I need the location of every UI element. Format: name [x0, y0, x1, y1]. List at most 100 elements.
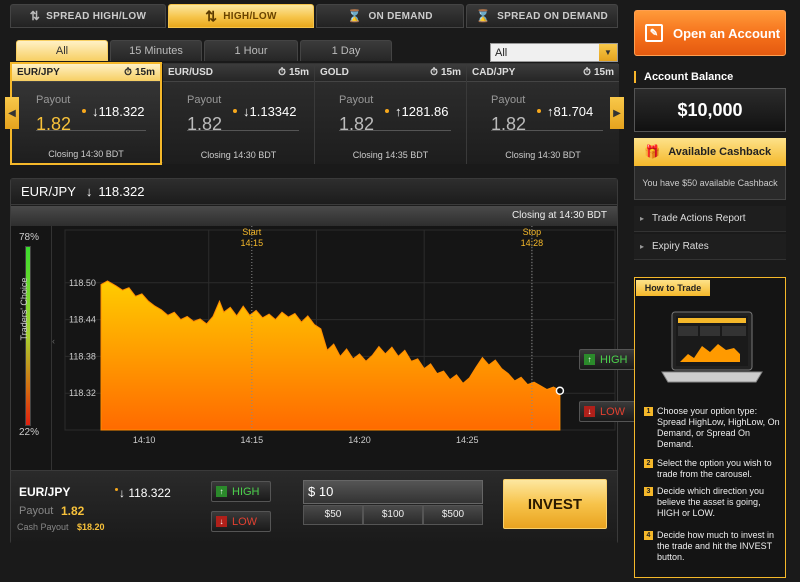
trade-actions-report-link[interactable]: ▸ Trade Actions Report: [634, 206, 786, 232]
asset-select-value: All: [495, 46, 508, 59]
step-text: Select the option you wish to trade from…: [657, 458, 772, 479]
link-label: Expiry Rates: [652, 241, 709, 252]
card-dot: [537, 109, 541, 113]
card-symbol: EUR/USD: [168, 67, 214, 78]
tab-spread-on-demand[interactable]: ⌛ SPREAD ON DEMAND: [466, 4, 618, 28]
gift-icon: 🎁: [644, 144, 661, 159]
filter-tab-15-minutes[interactable]: 15 Minutes: [110, 40, 202, 61]
card-timer-value: 15m: [134, 67, 155, 78]
card-price-value: 81.704: [553, 104, 594, 119]
step-number: 2: [644, 459, 653, 468]
trade-high-button[interactable]: ↑ HIGH: [211, 481, 271, 502]
preset-50-button[interactable]: $50: [303, 505, 363, 525]
card-divider: [187, 130, 299, 131]
tab-on-demand[interactable]: ⌛ ON DEMAND: [316, 4, 464, 28]
card-payout-label: Payout: [339, 94, 374, 106]
card-symbol: GOLD: [320, 67, 349, 78]
tab-label: SPREAD ON DEMAND: [497, 10, 609, 22]
up-arrow-icon: ↑: [584, 354, 595, 365]
carousel-card[interactable]: CAD/JPY ⏱ 15m Payout 1.82 ↑81.704 Closing…: [467, 64, 619, 164]
balance-label: Account Balance: [634, 71, 733, 83]
stop-time: 14:28: [521, 238, 544, 248]
account-balance: $10,000: [634, 88, 786, 132]
card-closing: Closing 14:35 BDT: [352, 150, 429, 160]
card-timer-value: 15m: [593, 67, 614, 78]
chart-symbol: EUR/JPY: [21, 184, 76, 199]
preset-500-button[interactable]: $500: [423, 505, 483, 525]
carousel-card[interactable]: GOLD ⏱ 15m Payout 1.82 ↑1281.86 Closing 1…: [315, 64, 467, 164]
x-axis-labels: 14:10 14:15 14:20 14:25: [133, 435, 479, 445]
filter-tab-1-day[interactable]: 1 Day: [300, 40, 392, 61]
open-account-button[interactable]: ✎ Open an Account: [634, 10, 786, 56]
card-price: ↓118.322: [92, 104, 145, 119]
card-dot: [385, 109, 389, 113]
card-payout: 1.82: [187, 114, 223, 134]
card-timer: ⏱ 15m: [278, 67, 309, 78]
tab-spread-high-low[interactable]: ⇅ SPREAD HIGH/LOW: [10, 4, 166, 28]
how-to-step: 4 Decide how much to invest in the trade…: [644, 530, 782, 563]
edit-form-icon: ✎: [645, 24, 663, 42]
tab-high-low[interactable]: ⇅ HIGH/LOW: [168, 4, 314, 28]
price-chart: Start14:15 Stop14:28 118.50118.44118.3811…: [64, 226, 616, 445]
cash-payout-value: $18.20: [77, 522, 105, 532]
chart-area: 78% Traders' Choice 22% ‹ Start 14:15 Stop…: [11, 226, 639, 470]
card-header: EUR/USD ⏱ 15m: [163, 64, 314, 82]
carousel-next-button[interactable]: ▶: [610, 97, 624, 129]
trade-price: ↓ 118.322: [119, 486, 171, 500]
trade-low-button[interactable]: ↓ LOW: [211, 511, 271, 532]
x-tick-label: 14:20: [348, 435, 371, 445]
how-to-step: 1 Choose your option type: Spread HighLo…: [644, 406, 782, 450]
carousel-prev-button[interactable]: ◀: [5, 97, 19, 129]
card-price: ↓1.13342: [243, 104, 297, 119]
chevron-right-icon: ▸: [640, 242, 645, 251]
step-number: 3: [644, 487, 653, 496]
card-payout-label: Payout: [491, 94, 526, 106]
card-closing: Closing 14:30 BDT: [505, 150, 581, 160]
card-symbol: CAD/JPY: [472, 67, 516, 78]
how-to-trade-tab: How to Trade: [636, 280, 710, 296]
chart-low-button[interactable]: ↓ LOW: [579, 401, 639, 422]
invest-button[interactable]: INVEST: [503, 479, 607, 529]
x-tick-label: 14:10: [133, 435, 156, 445]
card-price-value: 1281.86: [401, 104, 449, 119]
asset-select[interactable]: All ▼: [490, 43, 618, 62]
chevron-right-icon: ▶: [613, 107, 621, 119]
card-dot: [233, 109, 237, 113]
closing-bar: Closing at 14:30 BDT: [11, 206, 617, 226]
y-axis-labels: 118.50 118.44 118.38 118.32: [69, 278, 96, 398]
laptop-illustration-icon: [661, 311, 763, 383]
traders-choice: 78% Traders' Choice 22%: [11, 226, 51, 470]
down-arrow-icon: ↓: [216, 516, 227, 527]
cashback-text: You have $50 available Cashback: [634, 166, 786, 200]
down-arrow-icon: ↓: [119, 486, 125, 500]
stopwatch-icon: ⏱: [430, 67, 438, 78]
chart-panel-title: EUR/JPY ↓ 118.322: [11, 179, 617, 205]
expiry-rates-link[interactable]: ▸ Expiry Rates: [634, 234, 786, 260]
chart-high-button[interactable]: ↑ HIGH: [579, 349, 639, 370]
card-timer-value: 15m: [288, 67, 309, 78]
chart-price: 118.322: [98, 184, 145, 199]
card-price-value: 1.13342: [249, 104, 297, 119]
chart-divider: [51, 226, 52, 470]
preset-100-button[interactable]: $100: [363, 505, 423, 525]
start-label: Start: [242, 227, 262, 237]
down-arrow-icon: ↓: [584, 406, 595, 417]
card-dot: [82, 109, 86, 113]
card-payout: 1.82: [36, 114, 72, 134]
start-time: 14:15: [241, 238, 264, 248]
filter-tab-1-hour[interactable]: 1 Hour: [204, 40, 298, 61]
trade-dot: [115, 488, 118, 491]
y-tick-label: 118.38: [69, 351, 96, 361]
asset-carousel: EUR/JPY ⏱ 15m Payout 1.82 ↓118.322 Closin…: [10, 62, 619, 165]
stop-label: Stop: [523, 227, 542, 237]
card-divider: [36, 130, 146, 131]
trade-low-label: LOW: [232, 515, 258, 528]
chart-high-label: HIGH: [600, 353, 628, 366]
carousel-card[interactable]: EUR/USD ⏱ 15m Payout 1.82 ↓1.13342 Closin…: [163, 64, 315, 164]
filter-tab-all[interactable]: All: [16, 40, 108, 61]
amount-input[interactable]: $ 10: [303, 480, 483, 504]
step-text: Choose your option type: Spread HighLow,…: [657, 406, 780, 449]
carousel-card[interactable]: EUR/JPY ⏱ 15m Payout 1.82 ↓118.322 Closin…: [10, 62, 162, 165]
step-number: 1: [644, 407, 653, 416]
card-payout: 1.82: [339, 114, 375, 134]
